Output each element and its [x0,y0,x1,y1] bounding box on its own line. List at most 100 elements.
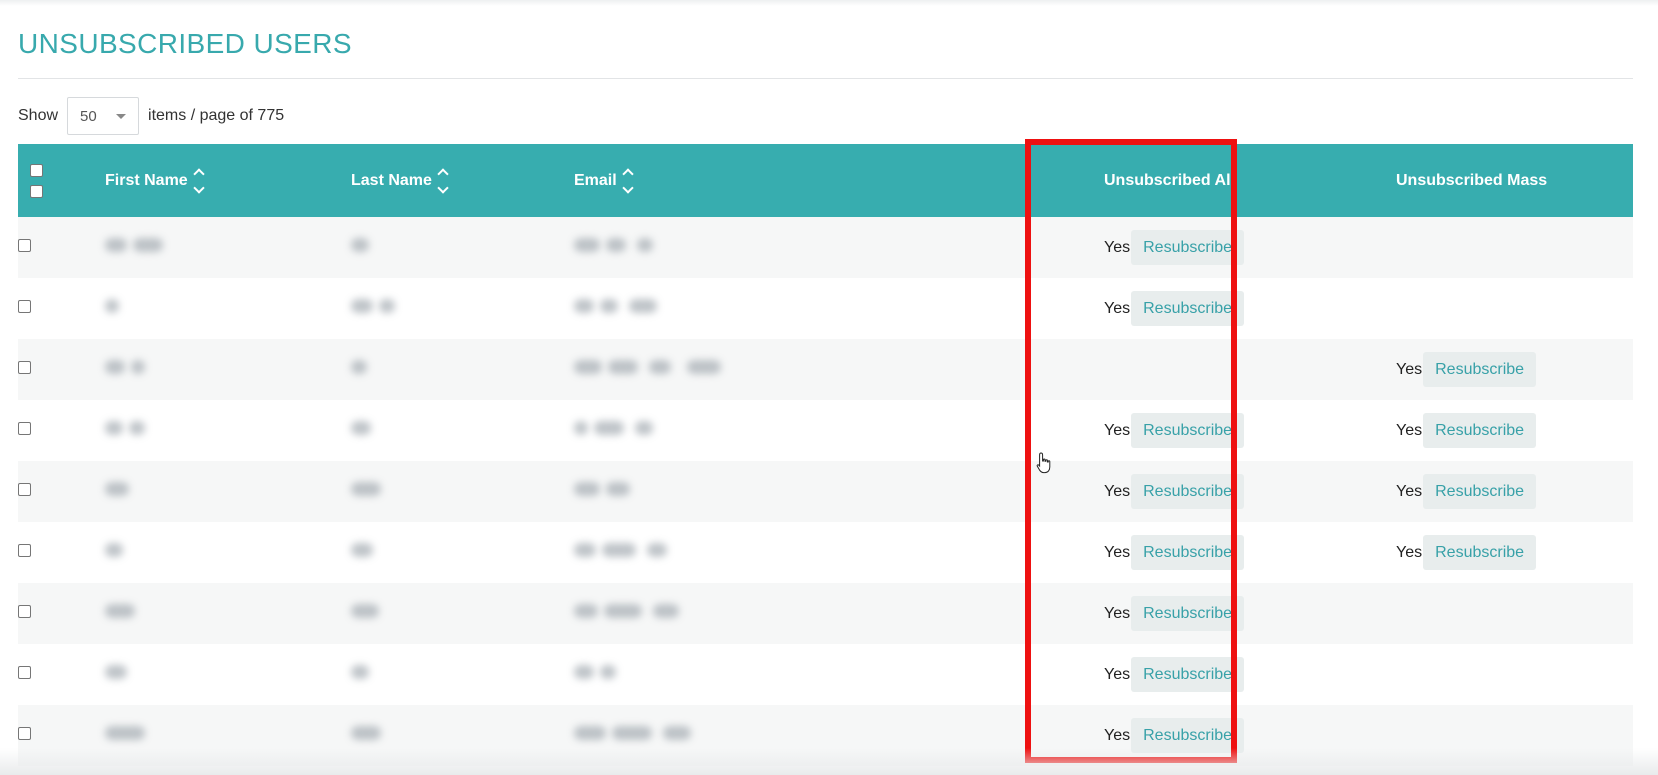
cell-email [574,400,1064,461]
redacted-text [351,421,371,435]
resubscribe-button[interactable]: Resubscribe [1131,230,1245,265]
resubscribe-button[interactable]: Resubscribe [1423,474,1537,509]
redacted-text [687,360,721,374]
redacted-text [574,299,594,313]
row-checkbox[interactable] [18,360,31,374]
page: UNSUBSCRIBED USERS Show 50 items / page … [0,0,1658,775]
column-unsubscribed-mass-label: Unsubscribed Mass [1396,171,1548,189]
column-first-name[interactable]: First Name [105,144,351,217]
row-select-cell [18,217,105,278]
resubscribe-button[interactable]: Resubscribe [1131,657,1245,692]
cell-unsubscribed-mass: Yes Resubscribe [1356,461,1633,522]
redacted-text [351,360,367,374]
cell-last-name [351,461,574,522]
unsubscribed-mass-status: Yes Resubscribe [1396,474,1537,509]
cell-unsubscribed-all: Yes Resubscribe [1064,644,1356,705]
cell-email [574,522,1064,583]
redacted-text [351,238,369,252]
cell-last-name [351,522,574,583]
column-unsubscribed-mass: Unsubscribed Mass [1356,144,1633,217]
redacted-text [574,543,596,557]
cell-email [574,644,1064,705]
redacted-text [606,238,626,252]
page-size-value: 50 [80,107,97,125]
cell-last-name [351,583,574,644]
cell-unsubscribed-all: Yes Resubscribe [1064,461,1356,522]
yes-label: Yes [1104,482,1131,500]
row-checkbox[interactable] [18,665,31,679]
resubscribe-button[interactable]: Resubscribe [1131,413,1245,448]
redacted-text [105,421,123,435]
row-select-cell [18,522,105,583]
column-last-name[interactable]: Last Name [351,144,574,217]
column-email[interactable]: Email [574,144,1064,217]
table-header: First Name Last Name Email Unsubscribed … [18,144,1633,217]
redacted-text [635,421,653,435]
cell-first-name [105,705,351,766]
cell-unsubscribed-all: Yes Resubscribe [1064,583,1356,644]
row-checkbox[interactable] [18,604,31,618]
cell-unsubscribed-mass: Yes Resubscribe [1356,339,1633,400]
resubscribe-button[interactable]: Resubscribe [1423,352,1537,387]
redacted-text [351,604,379,618]
column-email-label: Email [574,171,617,189]
cell-last-name [351,705,574,766]
unsubscribed-mass-status: Yes Resubscribe [1396,413,1537,448]
redacted-text [574,665,594,679]
cell-last-name [351,644,574,705]
redacted-text [105,604,135,618]
resubscribe-button[interactable]: Resubscribe [1131,596,1245,631]
row-checkbox[interactable] [18,482,31,496]
column-unsubscribed-all: Unsubscribed All [1064,144,1356,217]
redacted-text [637,238,653,252]
title-divider [18,78,1633,79]
unsubscribed-mass-status: Yes Resubscribe [1396,352,1537,387]
yes-label: Yes [1104,299,1131,317]
table-row: Yes Resubscribe [18,339,1633,400]
cell-last-name [351,278,574,339]
cell-email [574,461,1064,522]
yes-label: Yes [1104,665,1131,683]
resubscribe-button[interactable]: Resubscribe [1131,718,1245,753]
redacted-text [600,299,618,313]
resubscribe-button[interactable]: Resubscribe [1423,413,1537,448]
row-checkbox[interactable] [18,421,31,435]
cell-last-name [351,339,574,400]
redacted-text [105,482,129,496]
redacted-text [105,238,127,252]
row-select-cell [18,278,105,339]
page-size-select[interactable]: 50 [67,97,140,135]
sort-icon[interactable] [193,167,205,195]
resubscribe-button[interactable]: Resubscribe [1131,474,1245,509]
resubscribe-button[interactable]: Resubscribe [1423,535,1537,570]
row-select-cell [18,583,105,644]
row-checkbox[interactable] [18,726,31,740]
row-checkbox[interactable] [18,543,31,557]
redacted-text [600,665,616,679]
redacted-text [105,360,125,374]
cell-email [574,339,1064,400]
select-all-checkbox[interactable] [30,163,43,177]
row-checkbox[interactable] [18,238,31,252]
redacted-text [574,604,598,618]
cell-first-name [105,583,351,644]
redacted-text [351,299,373,313]
cell-unsubscribed-all: Yes Resubscribe [1064,217,1356,278]
yes-label: Yes [1104,726,1131,744]
row-checkbox[interactable] [18,299,31,313]
cell-unsubscribed-mass [1356,278,1633,339]
select-all-cell [18,144,105,217]
table-row: Yes Resubscribe [18,583,1633,644]
column-last-name-label: Last Name [351,171,432,189]
resubscribe-button[interactable]: Resubscribe [1131,291,1245,326]
sort-icon[interactable] [622,167,634,195]
redacted-text [105,726,145,740]
sort-icon[interactable] [437,167,449,195]
cell-email [574,217,1064,278]
cell-unsubscribed-all: Yes Resubscribe [1064,400,1356,461]
select-page-checkbox[interactable] [30,184,43,198]
redacted-text [663,726,691,740]
resubscribe-button[interactable]: Resubscribe [1131,535,1245,570]
cell-unsubscribed-mass [1356,644,1633,705]
redacted-text [574,726,606,740]
